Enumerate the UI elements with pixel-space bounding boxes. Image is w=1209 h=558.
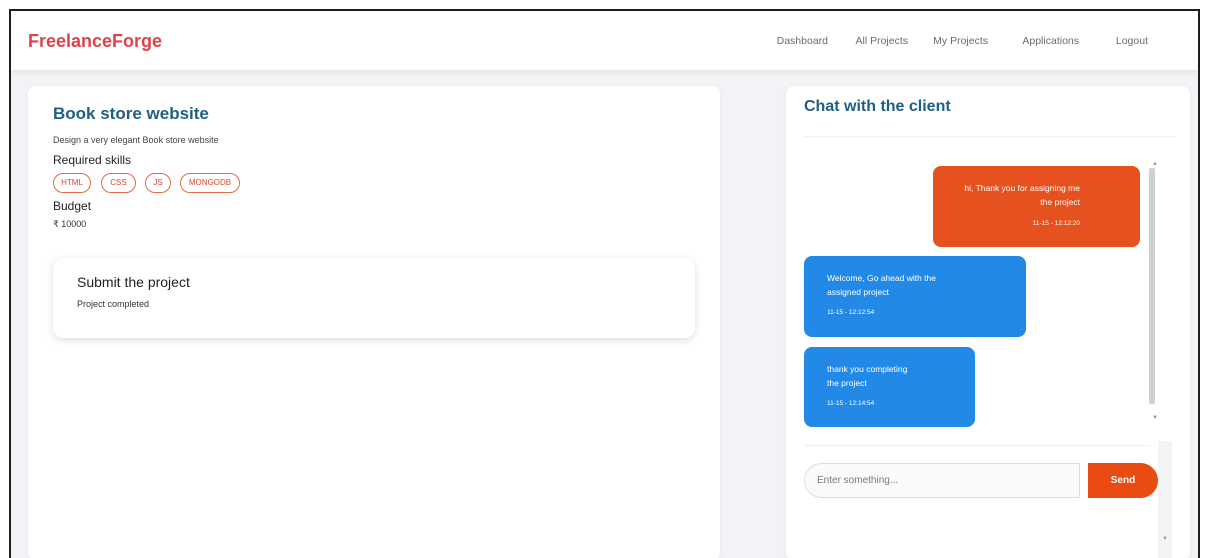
scroll-down-icon[interactable]: ▼ xyxy=(1152,415,1158,421)
app-window: FreelanceForge Dashboard All Projects My… xyxy=(9,9,1200,558)
scroll-up-icon[interactable]: ▲ xyxy=(1152,161,1158,167)
message-line: Welcome, Go ahead with the xyxy=(827,273,936,283)
message-line: hi, Thank you for assigning me xyxy=(964,183,1080,193)
submission-status: Project completed xyxy=(77,299,150,309)
nav-link-logout[interactable]: Logout xyxy=(1116,35,1148,47)
budget-heading: Budget xyxy=(53,199,92,213)
nav-link-applications[interactable]: Applications xyxy=(1022,35,1079,47)
project-description: Design a very elegant Book store website xyxy=(53,135,219,145)
chat-message-received: thank you completing the project 11-15 -… xyxy=(804,347,975,427)
nav-link-all-projects[interactable]: All Projects xyxy=(855,35,908,47)
message-line: assigned project xyxy=(827,287,889,297)
chat-title: Chat with the client xyxy=(804,98,951,115)
skill-chip-css: CSS xyxy=(101,173,136,193)
scroll-down-icon[interactable]: ▼ xyxy=(1162,536,1168,542)
project-details-card: Book store website Design a very elegant… xyxy=(28,86,720,558)
message-text: Welcome, Go ahead with the assigned proj… xyxy=(827,271,936,299)
chat-input-divider xyxy=(804,445,1150,446)
nav-link-my-projects[interactable]: My Projects xyxy=(933,35,988,47)
navbar: FreelanceForge Dashboard All Projects My… xyxy=(11,11,1198,70)
brand-logo[interactable]: FreelanceForge xyxy=(28,31,162,52)
project-title: Book store website xyxy=(53,104,209,123)
submission-card: Submit the project Project completed xyxy=(53,258,695,338)
message-text: thank you completing the project xyxy=(827,362,907,390)
message-line: the project xyxy=(1040,197,1080,207)
message-scrollbar[interactable]: ▲ ▼ xyxy=(1148,161,1162,431)
nav-link-dashboard[interactable]: Dashboard xyxy=(777,35,828,47)
budget-value: ₹ 10000 xyxy=(53,219,87,229)
message-timestamp: 11-15 - 12:12:54 xyxy=(827,309,875,316)
send-button[interactable]: Send xyxy=(1088,463,1158,498)
message-line: thank you completing xyxy=(827,364,908,374)
chat-divider xyxy=(804,136,1176,137)
message-list[interactable]: hi, Thank you for assigning me the proje… xyxy=(786,154,1156,434)
skill-chip-js: JS xyxy=(145,173,171,193)
message-timestamp: 11-15 - 12:12:20 xyxy=(1032,220,1080,227)
required-skills-heading: Required skills xyxy=(53,153,132,167)
message-text: hi, Thank you for assigning me the proje… xyxy=(964,181,1080,209)
chat-message-received: Welcome, Go ahead with the assigned proj… xyxy=(804,256,1026,337)
chat-message-sent: hi, Thank you for assigning me the proje… xyxy=(933,166,1140,247)
submission-title: Submit the project xyxy=(77,274,190,290)
skill-chip-mongodb: MONGODB xyxy=(180,173,240,193)
message-line: the project xyxy=(827,378,867,388)
chat-card: Chat with the client hi, Thank you for a… xyxy=(786,86,1190,558)
skill-chip-html: HTML xyxy=(53,173,91,193)
message-timestamp: 11-15 - 12:14:54 xyxy=(827,400,875,407)
scrollbar-thumb[interactable] xyxy=(1149,168,1155,404)
message-input[interactable] xyxy=(804,463,1080,498)
chat-panel-scrollbar[interactable]: ▼ xyxy=(1158,441,1172,558)
